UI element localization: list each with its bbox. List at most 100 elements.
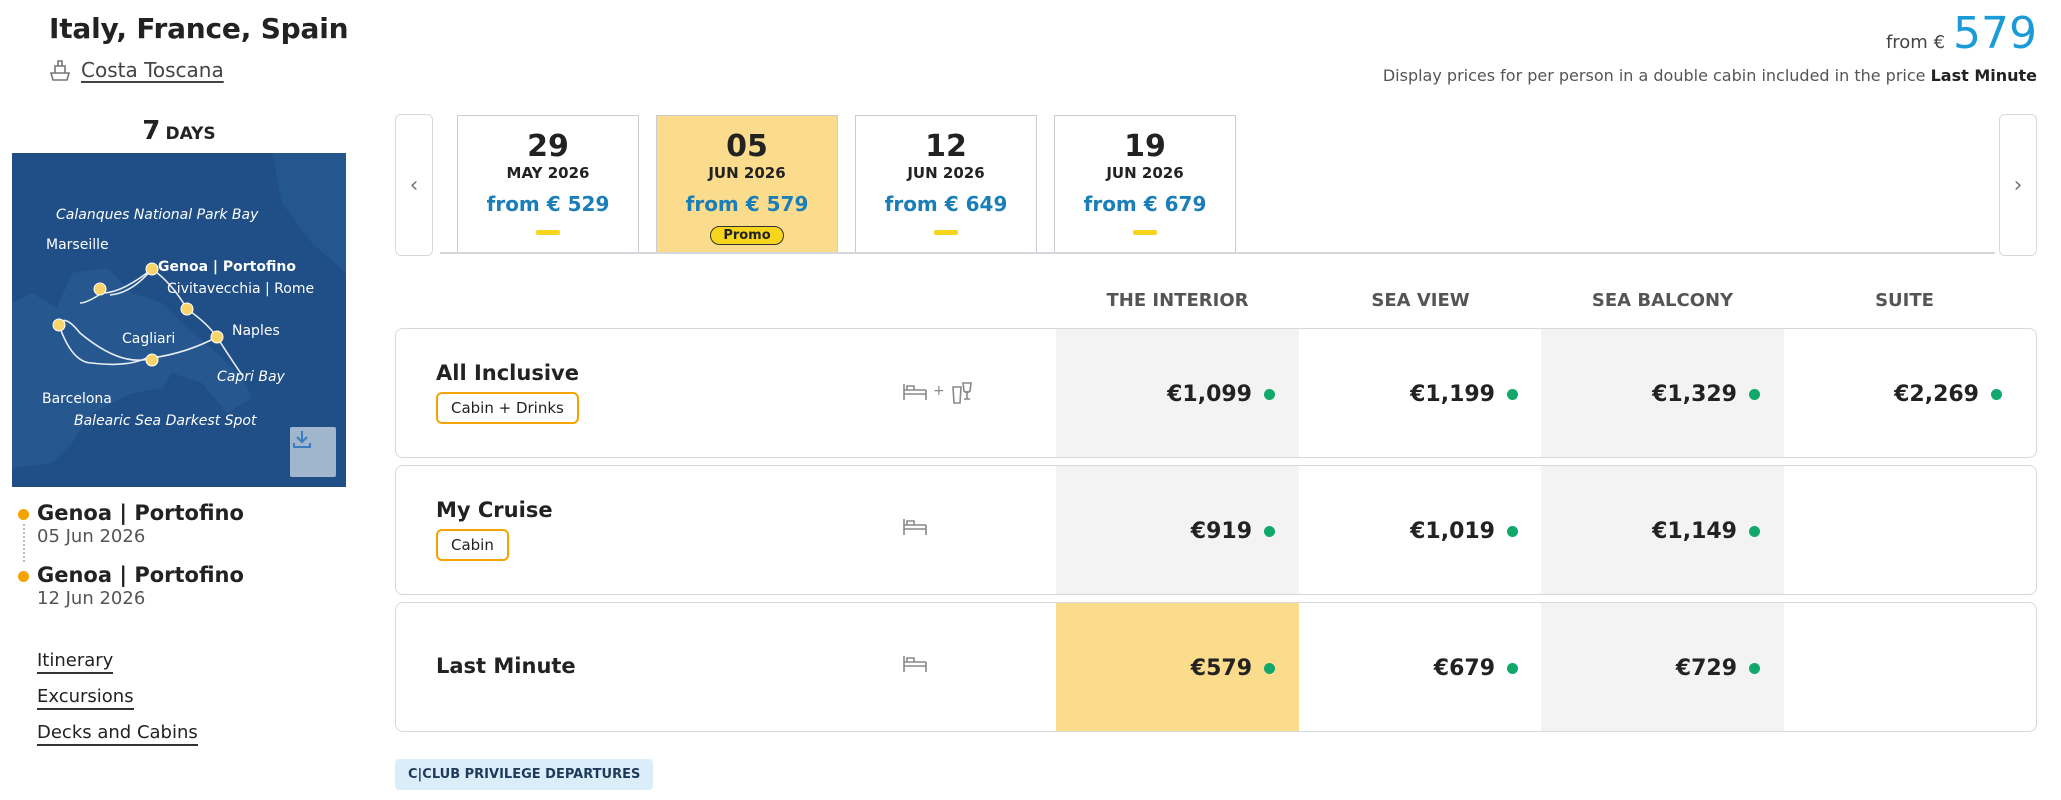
link-itinerary[interactable]: Itinerary: [37, 650, 114, 674]
next-dates-button[interactable]: ›: [1999, 114, 2037, 256]
download-icon: [293, 431, 311, 448]
stop-date: 12 Jun 2026: [37, 588, 146, 609]
date-month: JUN 2026: [907, 164, 985, 182]
availability-dot: [1991, 388, 2002, 400]
fare-icons: +: [901, 377, 977, 405]
stop-port: Genoa | Portofino: [37, 501, 244, 525]
bed-icon: [903, 656, 927, 672]
map-label-genoa: Genoa | Portofino: [158, 259, 296, 275]
sidebar-links: Itinerary Excursions Decks and Cabins: [37, 650, 198, 758]
availability-dot: [1507, 525, 1518, 537]
column-header-suite: SUITE: [1875, 290, 1934, 311]
price-cell[interactable]: €1,019: [1299, 466, 1542, 594]
map-label-cagliari: Cagliari: [122, 331, 176, 347]
date-day: 19: [1124, 129, 1166, 164]
fare-name: All Inclusive: [436, 361, 579, 385]
prev-dates-button[interactable]: ‹: [395, 114, 433, 256]
column-header-sea-view: SEA VIEW: [1371, 290, 1470, 311]
price-cell[interactable]: €679: [1299, 603, 1542, 731]
date-day: 29: [527, 129, 569, 164]
ship-icon: [49, 58, 71, 82]
map-label-barcelona: Barcelona: [42, 391, 112, 407]
stop-date: 05 Jun 2026: [37, 526, 146, 547]
stop-dot-icon: [18, 571, 29, 582]
from-price: 579: [1953, 8, 2037, 59]
availability-dot: [1507, 388, 1518, 400]
date-strip-line: [440, 252, 1995, 254]
fare-row-last-minute: Last Minute €579 €679 €729: [395, 602, 2037, 732]
promo-badge: Promo: [710, 226, 784, 245]
map-label-calanques: Calanques National Park Bay: [56, 207, 259, 223]
fare-name: Last Minute: [436, 654, 576, 678]
price-value: €729: [1675, 655, 1737, 681]
date-day: 05: [726, 129, 768, 164]
date-month: JUN 2026: [708, 164, 786, 182]
chevron-left-icon: ‹: [409, 172, 419, 198]
date-price: from € 649: [884, 192, 1008, 216]
price-cell[interactable]: €919: [1056, 466, 1299, 594]
price-value: €579: [1190, 655, 1252, 681]
date-marker: [536, 230, 560, 235]
route-summary: Genoa | Portofino 05 Jun 2026 Genoa | Po…: [16, 500, 244, 624]
itinerary-map[interactable]: Calanques National Park Bay Marseille Ge…: [12, 153, 346, 487]
availability-dot: [1749, 388, 1760, 400]
bed-icon: [903, 384, 927, 400]
bed-icon: [903, 519, 927, 535]
price-cell-selected[interactable]: €579: [1056, 603, 1299, 731]
fare-row-all-inclusive: All Inclusive Cabin + Drinks + €1,099 €1…: [395, 328, 2037, 458]
date-month: MAY 2026: [506, 164, 590, 182]
availability-dot: [1264, 525, 1275, 537]
price-cell-empty: [1783, 603, 2026, 731]
date-price: from € 529: [486, 192, 610, 216]
date-day: 12: [925, 129, 967, 164]
ship-name[interactable]: Costa Toscana: [81, 58, 224, 82]
fare-tag: Cabin + Drinks: [436, 392, 579, 424]
map-label-civitavecchia: Civitavecchia | Rome: [167, 281, 315, 297]
price-value: €1,099: [1167, 381, 1252, 407]
date-price: from € 679: [1083, 192, 1207, 216]
ship-link[interactable]: Costa Toscana: [49, 58, 224, 82]
price-cell[interactable]: €2,269: [1783, 329, 2026, 457]
price-value: €1,199: [1410, 381, 1495, 407]
chevron-right-icon: ›: [2013, 172, 2023, 198]
link-excursions[interactable]: Excursions: [37, 686, 134, 710]
date-marker: [1133, 230, 1157, 235]
days-label: DAYS: [165, 124, 216, 144]
date-month: JUN 2026: [1106, 164, 1184, 182]
availability-dot: [1749, 662, 1760, 674]
link-decks-cabins[interactable]: Decks and Cabins: [37, 722, 198, 746]
price-cell[interactable]: €1,149: [1541, 466, 1784, 594]
price-value: €1,329: [1652, 381, 1737, 407]
route-stop: Genoa | Portofino 05 Jun 2026: [16, 500, 244, 562]
days-number: 7: [142, 116, 161, 146]
date-card[interactable]: 12 JUN 2026 from € 649: [855, 115, 1037, 252]
price-note-text: Display prices for per person in a doubl…: [1382, 66, 1926, 85]
price-cell[interactable]: €1,199: [1299, 329, 1542, 457]
fare-icons: [901, 514, 929, 538]
price-cell[interactable]: €1,099: [1056, 329, 1299, 457]
download-map-button[interactable]: [290, 427, 336, 477]
date-card[interactable]: 29 MAY 2026 from € 529: [457, 115, 639, 252]
icon-plus: +: [933, 383, 945, 399]
drinks-icon: [951, 382, 972, 404]
fare-row-my-cruise: My Cruise Cabin €919 €1,019 €1,149: [395, 465, 2037, 595]
price-value: €679: [1433, 655, 1495, 681]
price-note: Display prices for per person in a doubl…: [1383, 66, 2037, 85]
date-card-selected[interactable]: 05 JUN 2026 from € 579 Promo: [656, 115, 838, 252]
date-card[interactable]: 19 JUN 2026 from € 679: [1054, 115, 1236, 252]
availability-dot: [1264, 388, 1275, 400]
fare-name: My Cruise: [436, 498, 553, 522]
map-label-naples: Naples: [232, 323, 280, 339]
price-value: €1,019: [1410, 518, 1495, 544]
availability-dot: [1264, 662, 1275, 674]
club-privilege-badge[interactable]: C|CLUB PRIVILEGE DEPARTURES: [395, 759, 654, 790]
duration: 7 DAYS: [12, 116, 346, 146]
map-label-balearic: Balearic Sea Darkest Spot: [74, 413, 257, 429]
stop-dot-icon: [18, 509, 29, 520]
column-header-interior: THE INTERIOR: [1106, 290, 1249, 311]
availability-dot: [1749, 525, 1760, 537]
price-cell[interactable]: €1,329: [1541, 329, 1784, 457]
price-note-fare: Last Minute: [1930, 66, 2037, 85]
price-value: €919: [1190, 518, 1252, 544]
price-cell[interactable]: €729: [1541, 603, 1784, 731]
